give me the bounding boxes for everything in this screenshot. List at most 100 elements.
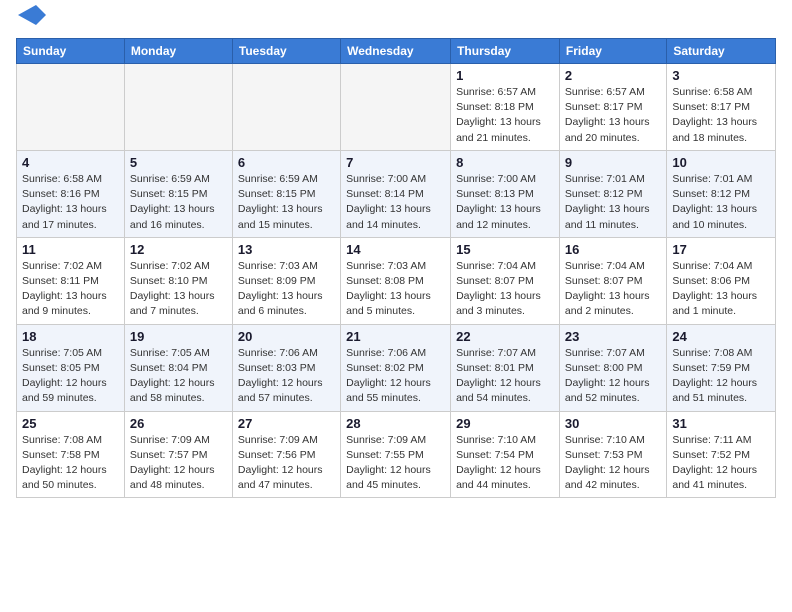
day-cell: 19 Sunrise: 7:05 AM Sunset: 8:04 PM Dayli… (124, 324, 232, 411)
day-number: 21 (346, 329, 445, 344)
day-number: 3 (672, 68, 770, 83)
day-cell: 3 Sunrise: 6:58 AM Sunset: 8:17 PM Daylig… (667, 64, 776, 151)
day-cell: 22Sunrise: 7:07 AM Sunset: 8:01 PM Dayli… (451, 324, 560, 411)
day-number: 9 (565, 155, 661, 170)
calendar-header: SundayMondayTuesdayWednesdayThursdayFrid… (17, 39, 776, 64)
day-number: 1 (456, 68, 554, 83)
day-number: 15 (456, 242, 554, 257)
day-info: Sunrise: 7:03 AM Sunset: 8:08 PM Dayligh… (346, 259, 445, 320)
day-number: 17 (672, 242, 770, 257)
day-cell: 4 Sunrise: 6:58 AM Sunset: 8:16 PM Daylig… (17, 150, 125, 237)
day-cell (17, 64, 125, 151)
header-row: SundayMondayTuesdayWednesdayThursdayFrid… (17, 39, 776, 64)
day-number: 30 (565, 416, 661, 431)
day-info: Sunrise: 6:59 AM Sunset: 8:15 PM Dayligh… (130, 172, 227, 233)
day-cell: 21 Sunrise: 7:06 AM Sunset: 8:02 PM Dayli… (341, 324, 451, 411)
day-info: Sunrise: 7:09 AM Sunset: 7:56 PM Dayligh… (238, 433, 335, 494)
day-number: 29 (456, 416, 554, 431)
day-info: Sunrise: 7:00 AM Sunset: 8:14 PM Dayligh… (346, 172, 445, 233)
day-cell: 23 Sunrise: 7:07 AM Sunset: 8:00 PM Dayli… (559, 324, 666, 411)
day-info: Sunrise: 7:07 AM Sunset: 8:00 PM Dayligh… (565, 346, 661, 407)
day-number: 31 (672, 416, 770, 431)
day-cell: 25 Sunrise: 7:08 AM Sunset: 7:58 PM Dayli… (17, 411, 125, 498)
day-cell: 7 Sunrise: 7:00 AM Sunset: 8:14 PM Daylig… (341, 150, 451, 237)
day-cell: 14 Sunrise: 7:03 AM Sunset: 8:08 PM Dayli… (341, 237, 451, 324)
day-info: Sunrise: 6:59 AM Sunset: 8:15 PM Dayligh… (238, 172, 335, 233)
day-info: Sunrise: 7:02 AM Sunset: 8:11 PM Dayligh… (22, 259, 119, 320)
day-info: Sunrise: 7:08 AM Sunset: 7:58 PM Dayligh… (22, 433, 119, 494)
day-number: 26 (130, 416, 227, 431)
day-info: Sunrise: 7:01 AM Sunset: 8:12 PM Dayligh… (672, 172, 770, 233)
day-cell: 6Sunrise: 6:59 AM Sunset: 8:15 PM Daylig… (232, 150, 340, 237)
calendar-body: 1 Sunrise: 6:57 AM Sunset: 8:18 PM Daylig… (17, 64, 776, 498)
header-wednesday: Wednesday (341, 39, 451, 64)
day-info: Sunrise: 7:04 AM Sunset: 8:07 PM Dayligh… (565, 259, 661, 320)
day-cell: 5 Sunrise: 6:59 AM Sunset: 8:15 PM Daylig… (124, 150, 232, 237)
day-cell: 30 Sunrise: 7:10 AM Sunset: 7:53 PM Dayli… (559, 411, 666, 498)
day-info: Sunrise: 7:04 AM Sunset: 8:06 PM Dayligh… (672, 259, 770, 320)
day-cell: 31 Sunrise: 7:11 AM Sunset: 7:52 PM Dayli… (667, 411, 776, 498)
day-number: 23 (565, 329, 661, 344)
day-cell: 17 Sunrise: 7:04 AM Sunset: 8:06 PM Dayli… (667, 237, 776, 324)
logo-arrow-icon (18, 5, 46, 27)
day-cell: 15 Sunrise: 7:04 AM Sunset: 8:07 PM Dayli… (451, 237, 560, 324)
header-tuesday: Tuesday (232, 39, 340, 64)
week-row-1: 1 Sunrise: 6:57 AM Sunset: 8:18 PM Daylig… (17, 64, 776, 151)
day-info: Sunrise: 7:04 AM Sunset: 8:07 PM Dayligh… (456, 259, 554, 320)
day-number: 18 (22, 329, 119, 344)
day-number: 8 (456, 155, 554, 170)
day-info: Sunrise: 7:09 AM Sunset: 7:57 PM Dayligh… (130, 433, 227, 494)
week-row-5: 25 Sunrise: 7:08 AM Sunset: 7:58 PM Dayli… (17, 411, 776, 498)
header-saturday: Saturday (667, 39, 776, 64)
day-number: 13 (238, 242, 335, 257)
day-number: 10 (672, 155, 770, 170)
day-info: Sunrise: 6:58 AM Sunset: 8:17 PM Dayligh… (672, 85, 770, 146)
day-info: Sunrise: 7:05 AM Sunset: 8:04 PM Dayligh… (130, 346, 227, 407)
day-cell: 10 Sunrise: 7:01 AM Sunset: 8:12 PM Dayli… (667, 150, 776, 237)
day-cell: 27 Sunrise: 7:09 AM Sunset: 7:56 PM Dayli… (232, 411, 340, 498)
day-cell: 24Sunrise: 7:08 AM Sunset: 7:59 PM Dayli… (667, 324, 776, 411)
day-cell: 20 Sunrise: 7:06 AM Sunset: 8:03 PM Dayli… (232, 324, 340, 411)
day-info: Sunrise: 7:03 AM Sunset: 8:09 PM Dayligh… (238, 259, 335, 320)
day-cell (341, 64, 451, 151)
calendar-table: SundayMondayTuesdayWednesdayThursdayFrid… (16, 38, 776, 498)
day-number: 20 (238, 329, 335, 344)
day-number: 11 (22, 242, 119, 257)
day-cell: 8 Sunrise: 7:00 AM Sunset: 8:13 PM Daylig… (451, 150, 560, 237)
day-number: 7 (346, 155, 445, 170)
week-row-4: 18Sunrise: 7:05 AM Sunset: 8:05 PM Dayli… (17, 324, 776, 411)
day-number: 4 (22, 155, 119, 170)
day-number: 19 (130, 329, 227, 344)
day-info: Sunrise: 7:10 AM Sunset: 7:53 PM Dayligh… (565, 433, 661, 494)
day-info: Sunrise: 7:10 AM Sunset: 7:54 PM Dayligh… (456, 433, 554, 494)
header-thursday: Thursday (451, 39, 560, 64)
day-info: Sunrise: 6:57 AM Sunset: 8:17 PM Dayligh… (565, 85, 661, 146)
day-cell: 16Sunrise: 7:04 AM Sunset: 8:07 PM Dayli… (559, 237, 666, 324)
day-info: Sunrise: 6:57 AM Sunset: 8:18 PM Dayligh… (456, 85, 554, 146)
day-cell: 1 Sunrise: 6:57 AM Sunset: 8:18 PM Daylig… (451, 64, 560, 151)
day-info: Sunrise: 7:11 AM Sunset: 7:52 PM Dayligh… (672, 433, 770, 494)
day-info: Sunrise: 7:06 AM Sunset: 8:02 PM Dayligh… (346, 346, 445, 407)
day-cell: 9 Sunrise: 7:01 AM Sunset: 8:12 PM Daylig… (559, 150, 666, 237)
day-info: Sunrise: 7:00 AM Sunset: 8:13 PM Dayligh… (456, 172, 554, 233)
day-cell (232, 64, 340, 151)
day-info: Sunrise: 7:06 AM Sunset: 8:03 PM Dayligh… (238, 346, 335, 407)
day-info: Sunrise: 7:01 AM Sunset: 8:12 PM Dayligh… (565, 172, 661, 233)
day-number: 24 (672, 329, 770, 344)
day-number: 27 (238, 416, 335, 431)
day-info: Sunrise: 7:09 AM Sunset: 7:55 PM Dayligh… (346, 433, 445, 494)
day-cell (124, 64, 232, 151)
day-info: Sunrise: 6:58 AM Sunset: 8:16 PM Dayligh… (22, 172, 119, 233)
day-number: 12 (130, 242, 227, 257)
header-friday: Friday (559, 39, 666, 64)
day-number: 5 (130, 155, 227, 170)
day-info: Sunrise: 7:07 AM Sunset: 8:01 PM Dayligh… (456, 346, 554, 407)
day-cell: 12 Sunrise: 7:02 AM Sunset: 8:10 PM Dayli… (124, 237, 232, 324)
day-number: 25 (22, 416, 119, 431)
logo (16, 12, 46, 30)
header (16, 12, 776, 30)
day-number: 14 (346, 242, 445, 257)
header-sunday: Sunday (17, 39, 125, 64)
day-cell: 26 Sunrise: 7:09 AM Sunset: 7:57 PM Dayli… (124, 411, 232, 498)
day-info: Sunrise: 7:02 AM Sunset: 8:10 PM Dayligh… (130, 259, 227, 320)
